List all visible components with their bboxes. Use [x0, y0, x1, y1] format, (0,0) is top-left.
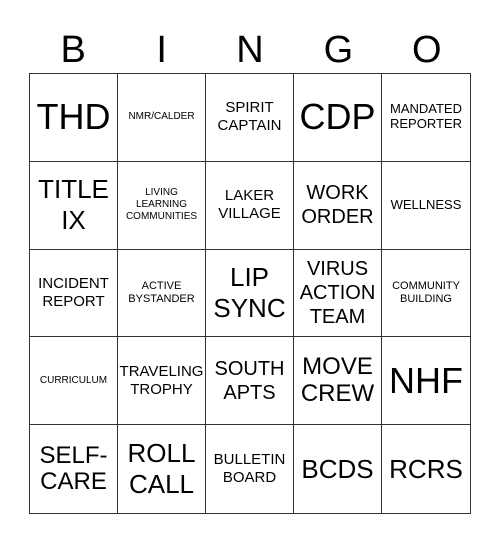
bingo-cell[interactable]: NMR/CALDER: [118, 74, 206, 162]
bingo-cell[interactable]: VIRUS ACTION TEAM: [294, 249, 382, 338]
bingo-cell[interactable]: SPIRIT CAPTAIN: [206, 74, 294, 162]
bingo-cell[interactable]: LAKER VILLAGE: [206, 161, 294, 250]
bingo-cell[interactable]: INCIDENT REPORT: [30, 249, 118, 338]
bingo-cell[interactable]: CURRICULUM: [30, 337, 118, 426]
bingo-cell[interactable]: THD: [30, 74, 118, 162]
header-letter-g: G: [323, 29, 354, 71]
bingo-cell[interactable]: BCDS: [294, 425, 382, 513]
header-letter-i: I: [156, 29, 167, 71]
bingo-cell[interactable]: WELLNESS: [382, 162, 470, 250]
bingo-cell[interactable]: COMMUNITY BUILDING: [382, 250, 470, 338]
bingo-cell[interactable]: WORK ORDER: [294, 161, 382, 250]
header-letter-n: N: [236, 29, 264, 71]
bingo-cell[interactable]: LIP SYNC: [206, 249, 294, 338]
bingo-header: B I N G O: [29, 28, 471, 72]
bingo-cell[interactable]: NHF: [382, 337, 470, 426]
bingo-cell[interactable]: RCRS: [382, 425, 470, 513]
bingo-cell[interactable]: MANDATED REPORTER: [382, 74, 470, 162]
bingo-cell[interactable]: MOVE CREW: [294, 337, 382, 426]
header-letter-b: B: [60, 29, 86, 71]
bingo-cell[interactable]: SOUTH APTS: [206, 337, 294, 426]
bingo-cell[interactable]: LIVING LEARNING COMMUNITIES: [118, 161, 206, 250]
bingo-cell[interactable]: SELF-CARE: [30, 425, 118, 513]
bingo-cell[interactable]: CDP: [294, 74, 382, 162]
bingo-cell[interactable]: TITLE IX: [30, 161, 118, 250]
header-letter-o: O: [412, 29, 442, 71]
bingo-cell[interactable]: ROLL CALL: [118, 425, 206, 513]
bingo-grid: THD NMR/CALDER SPIRIT CAPTAIN CDP MANDAT…: [29, 73, 471, 514]
bingo-cell[interactable]: ACTIVE BYSTANDER: [118, 249, 206, 338]
bingo-cell[interactable]: BULLETIN BOARD: [206, 425, 294, 513]
bingo-cell[interactable]: TRAVELING TROPHY: [118, 337, 206, 426]
